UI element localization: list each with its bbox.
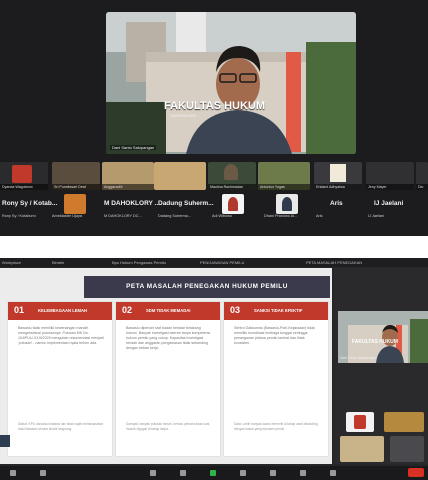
participant-name: Dhani Pranowo Al... bbox=[264, 214, 298, 218]
participant-thumbnail[interactable]: Dyanda Wagutomo bbox=[0, 162, 48, 190]
camera-icon[interactable] bbox=[40, 470, 46, 476]
participant-name: Jeny Mayer bbox=[366, 184, 414, 190]
reactions-icon[interactable] bbox=[270, 470, 276, 476]
main-speaker-video[interactable]: FAKULTAS HUKUM UNIVERSITAS ... Dani Sant… bbox=[106, 12, 356, 154]
avatar bbox=[282, 197, 292, 211]
avatar[interactable] bbox=[222, 194, 244, 214]
participant-thumbnail[interactable]: Eridami Adhyaksa bbox=[314, 162, 362, 190]
browser-tab[interactable]: Workplace bbox=[2, 258, 21, 267]
participant-tile[interactable] bbox=[340, 436, 384, 462]
avatar bbox=[354, 415, 366, 429]
card-body: Sentra Gakkumdu (Bawaslu-Polri-Kejaksaan… bbox=[234, 326, 315, 345]
participant-thumbnail[interactable]: Antonius Yogas bbox=[258, 162, 310, 190]
leave-button[interactable] bbox=[408, 468, 424, 477]
participant-name-large[interactable]: M DAHOKLORY ... bbox=[104, 200, 160, 207]
speaker-video-frame bbox=[106, 12, 356, 154]
card-number: 02 bbox=[122, 305, 133, 315]
more-icon[interactable] bbox=[330, 470, 336, 476]
participant-name: Aris bbox=[316, 214, 323, 218]
sign-subtext: UNIVERSITAS ... bbox=[170, 113, 201, 118]
card-number: 03 bbox=[230, 305, 241, 315]
participant-name-large[interactable]: Rony Sy / Kotab... bbox=[2, 200, 57, 207]
participant-name: Sri Purwitasari Dewi bbox=[52, 184, 100, 190]
participant-name: M DAHOKLORY DC... bbox=[104, 214, 142, 218]
slide-card: 03 SANKSI TIDAK EFEKTIF Sentra Gakkumdu … bbox=[224, 302, 328, 456]
card-number: 01 bbox=[14, 305, 25, 315]
participant-name-large[interactable]: Aris bbox=[330, 200, 343, 207]
avatar bbox=[224, 164, 238, 180]
card-title: SANKSI TIDAK EFEKTIF bbox=[254, 308, 303, 313]
card-footnote: Akibat: KPU dan/atau instansi lain tidak… bbox=[18, 422, 104, 431]
microphone-icon[interactable] bbox=[10, 470, 16, 476]
card-footnote: Data: Lebih banyak kasus berhenti di tah… bbox=[234, 422, 318, 431]
avatar[interactable] bbox=[64, 194, 86, 214]
participant-thumbnail[interactable]: Jeny Mayer bbox=[366, 162, 414, 190]
side-speaker-name: Dani Santo Salopangan bbox=[340, 356, 376, 360]
participant-name: Adi Wibowo bbox=[212, 214, 233, 218]
avatar[interactable] bbox=[276, 194, 298, 214]
browser-tab[interactable]: Bimtek bbox=[52, 258, 64, 267]
card-footnote: Dampak: banyak putusan lemah, berkas per… bbox=[126, 422, 211, 431]
participant-name: Eridami Adhyaksa bbox=[314, 184, 362, 190]
participant-thumbnail[interactable]: Dio bbox=[416, 162, 428, 190]
participant-name: Dyanda Wagutomo bbox=[0, 184, 48, 190]
avatar bbox=[228, 197, 238, 211]
participant-name-large[interactable]: Dadung Suherm... bbox=[158, 200, 214, 207]
participant-thumbnail[interactable]: Maulina Rachmadan bbox=[208, 162, 256, 190]
participant-name: Anggaradhi bbox=[102, 184, 154, 190]
participant-tile[interactable] bbox=[384, 412, 424, 432]
browser-tab[interactable]: PETA MASALAH PENEGAKAN bbox=[306, 258, 386, 267]
participants-icon[interactable] bbox=[150, 470, 156, 476]
slide-title: PETA MASALAH PENEGAKAN HUKUM PEMILU bbox=[84, 276, 330, 298]
speaker-name-tag: Dani Santo Salopangan bbox=[110, 145, 157, 150]
scroll-handle[interactable] bbox=[0, 435, 10, 447]
avatar bbox=[12, 165, 32, 183]
avatar bbox=[330, 164, 346, 182]
sign-text: FAKULTAS HUKUM bbox=[164, 100, 266, 112]
participant-tile[interactable] bbox=[346, 412, 374, 432]
card-body: Bawaslu tidak memiliki kewenangan mandir… bbox=[18, 326, 104, 345]
card-body: Bawaslu dipenuhi staf badan berlatar bel… bbox=[126, 326, 211, 350]
participant-thumbnail[interactable]: Anggaradhi bbox=[154, 162, 206, 190]
participant-name: Dio bbox=[416, 184, 428, 190]
participant-name: Ameldaster Ujaya bbox=[52, 214, 82, 218]
participant-name: Maulina Rachmadan bbox=[208, 184, 256, 190]
apps-icon[interactable] bbox=[300, 470, 306, 476]
slide-card: 01 KELEMBAGAAN LEMAH Bawaslu tidak memil… bbox=[8, 302, 112, 456]
side-video-panel bbox=[334, 268, 428, 464]
browser-tab[interactable]: Bps Hukum Pengawas Pemilu bbox=[112, 258, 166, 267]
record-icon[interactable] bbox=[240, 470, 246, 476]
browser-tab[interactable]: PENGAWASAN PEMILU bbox=[200, 258, 244, 267]
separator-bar bbox=[0, 236, 428, 258]
participant-thumbnail[interactable]: Anggaradhi bbox=[102, 162, 154, 190]
participant-tile[interactable] bbox=[390, 436, 424, 462]
card-title: SDM TIDAK MEMADAI bbox=[146, 308, 191, 313]
side-sign-text: FAKULTAS HUKUM bbox=[352, 339, 398, 345]
participant-name: Rony Sy / Kotabumi bbox=[2, 214, 36, 218]
chat-icon[interactable] bbox=[180, 470, 186, 476]
participant-name-large[interactable]: IJ Jaelani bbox=[374, 200, 403, 207]
participant-thumbnail[interactable]: Sri Purwitasari Dewi bbox=[52, 162, 100, 190]
card-title: KELEMBAGAAN LEMAH bbox=[38, 308, 88, 313]
participant-name: Dadang Suherma... bbox=[158, 214, 191, 218]
share-screen-icon[interactable] bbox=[210, 470, 216, 476]
slide-card: 02 SDM TIDAK MEMADAI Bawaslu dipenuhi st… bbox=[116, 302, 220, 456]
participant-name: Antonius Yogas bbox=[258, 184, 310, 190]
participant-name: IJ Jaelani bbox=[368, 214, 385, 218]
